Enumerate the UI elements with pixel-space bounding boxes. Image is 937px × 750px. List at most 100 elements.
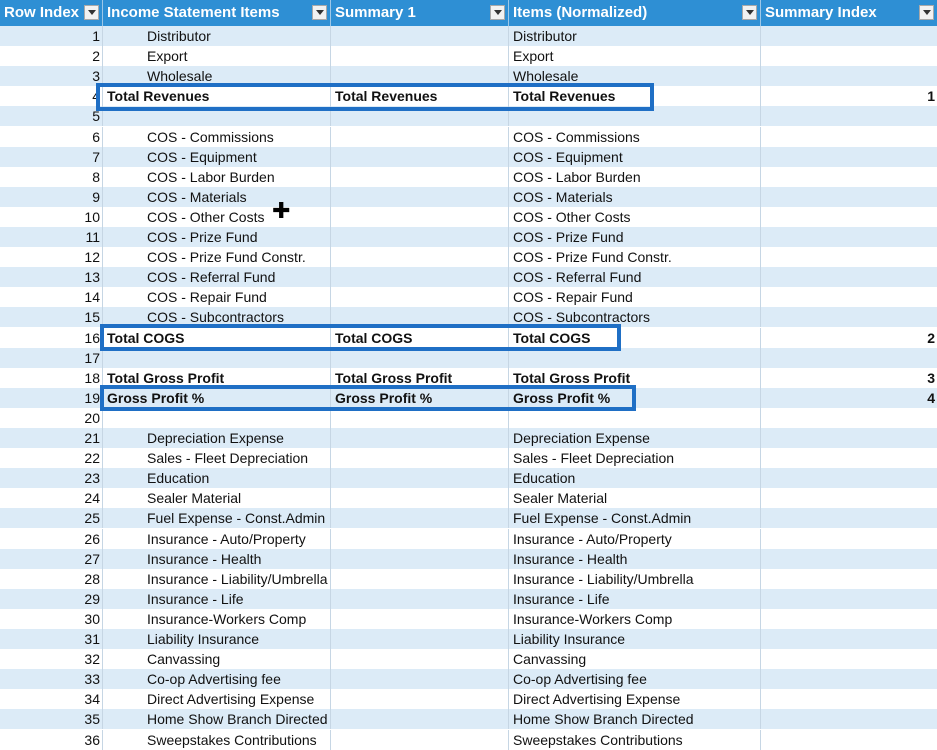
income-statement-item-cell[interactable]: Fuel Expense - Const.Admin — [103, 508, 331, 529]
summary-1-cell[interactable] — [331, 508, 509, 529]
row-index-cell[interactable]: 28 — [0, 568, 103, 589]
normalized-item-cell[interactable]: Fuel Expense - Const.Admin — [509, 508, 761, 529]
summary-1-cell[interactable] — [331, 629, 509, 649]
header-summary-1[interactable]: Summary 1 — [331, 0, 509, 26]
summary-1-cell[interactable] — [331, 206, 509, 227]
normalized-item-cell[interactable] — [509, 347, 761, 368]
income-statement-item-cell[interactable]: Insurance - Auto/Property — [103, 528, 331, 549]
summary-index-cell[interactable] — [761, 709, 937, 729]
row-index-cell[interactable]: 22 — [0, 448, 103, 469]
normalized-item-cell[interactable]: COS - Commissions — [509, 126, 761, 147]
normalized-item-cell[interactable]: Insurance - Health — [509, 548, 761, 569]
row-index-cell[interactable]: 15 — [0, 307, 103, 328]
summary-index-cell[interactable] — [761, 247, 937, 267]
summary-1-cell[interactable]: Gross Profit % — [331, 387, 509, 408]
summary-index-cell[interactable] — [761, 46, 937, 66]
summary-index-cell[interactable] — [761, 448, 937, 468]
normalized-item-cell[interactable]: Depreciation Expense — [509, 428, 761, 448]
summary-index-cell[interactable] — [761, 66, 937, 86]
income-statement-item-cell[interactable]: Direct Advertising Expense — [103, 689, 331, 710]
summary-index-cell[interactable]: 3 — [761, 368, 937, 388]
income-statement-item-cell[interactable]: Insurance - Liability/Umbrella — [103, 568, 331, 589]
summary-index-cell[interactable] — [761, 629, 937, 649]
header-income-statement-items[interactable]: Income Statement Items — [103, 0, 331, 26]
normalized-item-cell[interactable]: Insurance - Liability/Umbrella — [509, 568, 761, 589]
row-index-cell[interactable]: 35 — [0, 709, 103, 730]
row-index-cell[interactable]: 8 — [0, 166, 103, 187]
row-index-cell[interactable]: 31 — [0, 629, 103, 649]
filter-dropdown-icon[interactable] — [84, 5, 99, 20]
normalized-item-cell[interactable]: COS - Referral Fund — [509, 267, 761, 288]
summary-index-cell[interactable] — [761, 529, 937, 549]
summary-index-cell[interactable]: 4 — [761, 388, 937, 408]
row-index-cell[interactable]: 1 — [0, 26, 103, 46]
income-statement-item-cell[interactable]: COS - Other Costs — [103, 206, 331, 227]
row-index-cell[interactable]: 5 — [0, 106, 103, 127]
filter-dropdown-icon[interactable] — [490, 5, 505, 20]
normalized-item-cell[interactable]: Sealer Material — [509, 488, 761, 509]
summary-1-cell[interactable]: Total Revenues — [331, 86, 509, 107]
summary-1-cell[interactable] — [331, 407, 509, 428]
summary-1-cell[interactable] — [331, 428, 509, 448]
summary-1-cell[interactable] — [331, 588, 509, 609]
row-index-cell[interactable]: 29 — [0, 588, 103, 609]
income-statement-item-cell[interactable]: Total Gross Profit — [103, 367, 331, 388]
row-index-cell[interactable]: 34 — [0, 689, 103, 710]
summary-index-cell[interactable] — [761, 488, 937, 508]
summary-index-cell[interactable] — [761, 207, 937, 227]
summary-index-cell[interactable] — [761, 307, 937, 327]
normalized-item-cell[interactable]: Insurance - Auto/Property — [509, 528, 761, 549]
summary-index-cell[interactable] — [761, 589, 937, 609]
normalized-item-cell[interactable] — [509, 407, 761, 428]
summary-1-cell[interactable] — [331, 528, 509, 549]
normalized-item-cell[interactable]: COS - Prize Fund Constr. — [509, 247, 761, 268]
summary-index-cell[interactable] — [761, 26, 937, 46]
income-statement-item-cell[interactable]: Liability Insurance — [103, 629, 331, 649]
normalized-item-cell[interactable]: Distributor — [509, 26, 761, 46]
row-index-cell[interactable]: 27 — [0, 548, 103, 569]
summary-1-cell[interactable]: Total COGS — [331, 327, 509, 348]
header-row-index[interactable]: Row Index — [0, 0, 103, 26]
summary-1-cell[interactable] — [331, 46, 509, 67]
summary-1-cell[interactable] — [331, 468, 509, 489]
row-index-cell[interactable]: 4 — [0, 86, 103, 107]
income-statement-item-cell[interactable]: COS - Subcontractors — [103, 307, 331, 328]
row-index-cell[interactable]: 18 — [0, 367, 103, 388]
normalized-item-cell[interactable]: COS - Repair Fund — [509, 287, 761, 308]
summary-1-cell[interactable] — [331, 66, 509, 87]
summary-1-cell[interactable] — [331, 166, 509, 187]
summary-1-cell[interactable] — [331, 106, 509, 127]
normalized-item-cell[interactable]: Liability Insurance — [509, 629, 761, 649]
normalized-item-cell[interactable]: Total Gross Profit — [509, 367, 761, 388]
row-index-cell[interactable]: 20 — [0, 407, 103, 428]
summary-1-cell[interactable] — [331, 227, 509, 247]
income-statement-item-cell[interactable]: COS - Referral Fund — [103, 267, 331, 288]
row-index-cell[interactable]: 24 — [0, 488, 103, 509]
row-index-cell[interactable]: 11 — [0, 227, 103, 247]
income-statement-item-cell[interactable]: Wholesale — [103, 66, 331, 87]
income-statement-item-cell[interactable]: COS - Labor Burden — [103, 166, 331, 187]
summary-1-cell[interactable] — [331, 649, 509, 670]
row-index-cell[interactable]: 7 — [0, 146, 103, 167]
summary-1-cell[interactable] — [331, 126, 509, 147]
filter-dropdown-icon[interactable] — [919, 5, 934, 20]
summary-index-cell[interactable] — [761, 267, 937, 287]
summary-index-cell[interactable] — [761, 106, 937, 126]
filter-dropdown-icon[interactable] — [742, 5, 757, 20]
row-index-cell[interactable]: 30 — [0, 608, 103, 629]
summary-1-cell[interactable] — [331, 608, 509, 629]
row-index-cell[interactable]: 14 — [0, 287, 103, 308]
summary-1-cell[interactable] — [331, 689, 509, 710]
income-statement-item-cell[interactable]: Sales - Fleet Depreciation — [103, 448, 331, 469]
income-statement-item-cell[interactable]: Depreciation Expense — [103, 428, 331, 448]
summary-1-cell[interactable] — [331, 709, 509, 730]
summary-index-cell[interactable]: 1 — [761, 86, 937, 106]
normalized-item-cell[interactable]: Insurance - Life — [509, 588, 761, 609]
summary-1-cell[interactable]: Total Gross Profit — [331, 367, 509, 388]
summary-index-cell[interactable] — [761, 287, 937, 307]
row-index-cell[interactable]: 19 — [0, 387, 103, 408]
normalized-item-cell[interactable]: COS - Labor Burden — [509, 166, 761, 187]
normalized-item-cell[interactable]: Education — [509, 468, 761, 489]
normalized-item-cell[interactable]: Total Revenues — [509, 86, 761, 107]
normalized-item-cell[interactable]: COS - Other Costs — [509, 206, 761, 227]
